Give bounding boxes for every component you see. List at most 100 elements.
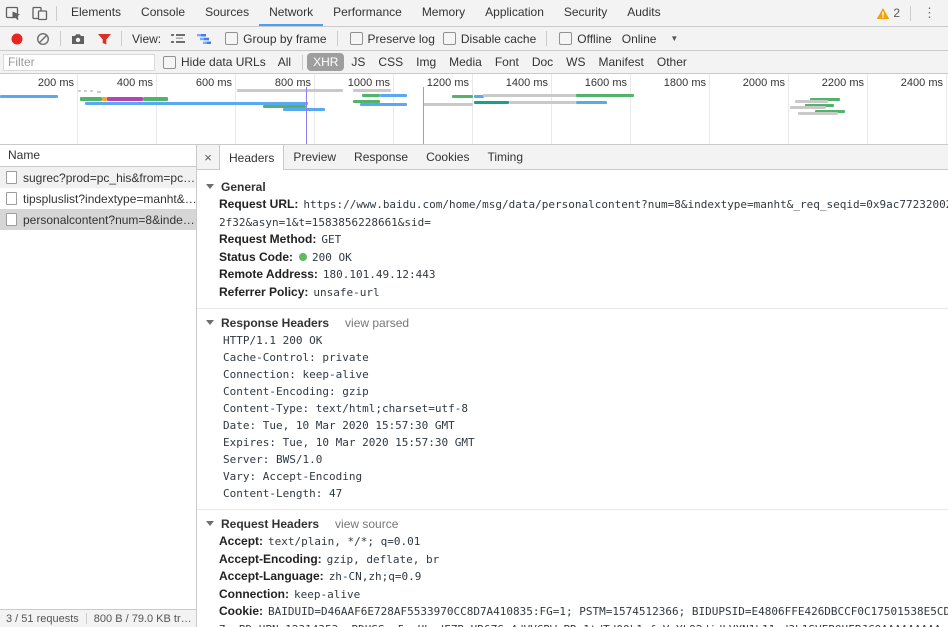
- divider: [337, 31, 338, 46]
- main-tabbar: ElementsConsoleSourcesNetworkPerformance…: [0, 0, 948, 27]
- capture-screenshots-icon[interactable]: [65, 26, 91, 52]
- triangle-expanded-icon: [206, 521, 214, 526]
- disable-cache-checkbox[interactable]: [443, 32, 456, 45]
- tick-label: 1200 ms: [427, 77, 469, 89]
- header-row: Accept-Encoding:gzip, deflate, br: [197, 551, 948, 569]
- request-headers-title: Request Headers: [221, 517, 319, 531]
- disable-cache-label: Disable cache: [461, 32, 536, 46]
- general-section-header[interactable]: General: [197, 177, 948, 196]
- record-icon[interactable]: [4, 26, 30, 52]
- throttling-value: Online: [622, 32, 657, 46]
- group-by-frame-checkbox[interactable]: [225, 32, 238, 45]
- divider: [86, 613, 87, 624]
- close-icon[interactable]: ×: [197, 145, 219, 169]
- overview-bar: [790, 106, 826, 109]
- request-name: sugrec?prod=pc_his&from=pc…: [23, 171, 195, 185]
- header-value: BAIDUID=D46AAF6E728AF5533970CC8D7A410835…: [268, 605, 948, 618]
- overview-bar: [237, 89, 343, 92]
- details-tab-cookies[interactable]: Cookies: [417, 145, 478, 169]
- response-header-line: Content-Encoding: gzip: [197, 383, 948, 400]
- tab-audits[interactable]: Audits: [617, 0, 670, 26]
- header-row: Request URL:https://www.baidu.com/home/m…: [197, 196, 948, 214]
- throttling-dropdown[interactable]: Online ▼: [622, 32, 679, 46]
- response-headers-view-toggle-link[interactable]: view parsed: [345, 316, 409, 330]
- response-header-line: Connection: keep-alive: [197, 366, 948, 383]
- clear-icon[interactable]: [30, 26, 56, 52]
- filter-input[interactable]: [3, 54, 155, 71]
- preserve-log-label: Preserve log: [368, 32, 435, 46]
- header-value-continued: 2f32&asyn=1&t=1583856228661&sid=: [197, 214, 948, 232]
- filter-chip-img[interactable]: Img: [410, 53, 442, 71]
- tab-application[interactable]: Application: [475, 0, 554, 26]
- header-row: Accept-Language: zh-CN,zh;q=0.9: [197, 568, 948, 586]
- more-options-icon[interactable]: ⋮: [915, 5, 944, 21]
- filter-bar: Hide data URLs All XHRJSCSSImgMediaFontD…: [0, 51, 948, 74]
- grid-line: [551, 74, 552, 144]
- details-tab-headers[interactable]: Headers: [219, 145, 284, 170]
- filter-chip-css[interactable]: CSS: [372, 53, 409, 71]
- details-tab-response[interactable]: Response: [345, 145, 417, 169]
- large-rows-icon[interactable]: [165, 26, 191, 52]
- header-value: HTTP/1.1 200 OK: [223, 334, 322, 347]
- filter-chip-font[interactable]: Font: [489, 53, 525, 71]
- request-headers-view-toggle-link[interactable]: view source: [335, 517, 398, 531]
- tab-sources[interactable]: Sources: [195, 0, 259, 26]
- grid-line: [946, 74, 947, 144]
- header-key: Accept-Language:: [219, 569, 324, 583]
- offline-checkbox[interactable]: [559, 32, 572, 45]
- file-icon: [6, 171, 17, 184]
- header-value: Content-Length: 47: [223, 487, 342, 500]
- timeline-overview[interactable]: 200 ms400 ms600 ms800 ms1000 ms1200 ms14…: [0, 74, 948, 145]
- headers-content: GeneralRequest URL:https://www.baidu.com…: [197, 170, 948, 627]
- tab-network[interactable]: Network: [259, 0, 323, 26]
- cookie-line: Cookie:BAIDUID=D46AAF6E728AF5533970CC8D7…: [197, 603, 948, 621]
- filter-chip-manifest[interactable]: Manifest: [593, 53, 650, 71]
- filter-chip-xhr[interactable]: XHR: [307, 53, 344, 71]
- request-name: personalcontent?num=8&inde…: [23, 213, 195, 227]
- request-headers-header[interactable]: Request Headers view source: [197, 514, 948, 533]
- tab-memory[interactable]: Memory: [412, 0, 475, 26]
- request-row[interactable]: sugrec?prod=pc_his&from=pc…: [0, 167, 196, 188]
- header-row: Accept:text/plain, */*; q=0.01: [197, 533, 948, 551]
- details-tab-preview[interactable]: Preview: [284, 145, 345, 169]
- header-value: Expires: Tue, 10 Mar 2020 15:57:30 GMT: [223, 436, 475, 449]
- filter-chip-media[interactable]: Media: [443, 53, 488, 71]
- warnings-indicator[interactable]: 2: [870, 6, 906, 20]
- overview-bar: [509, 101, 576, 104]
- inspect-element-icon[interactable]: [0, 0, 26, 26]
- main-tabbar-tabs: ElementsConsoleSourcesNetworkPerformance…: [61, 0, 671, 26]
- overview-bar: [576, 101, 607, 104]
- grid-line: [393, 74, 394, 144]
- filter-chip-doc[interactable]: Doc: [526, 53, 559, 71]
- tab-security[interactable]: Security: [554, 0, 617, 26]
- preserve-log-checkbox[interactable]: [350, 32, 363, 45]
- device-toolbar-icon[interactable]: [26, 0, 52, 26]
- name-column-header[interactable]: Name: [0, 145, 196, 167]
- header-value: zh-CN,zh;q=0.9: [329, 570, 422, 583]
- filter-chip-other[interactable]: Other: [651, 53, 693, 71]
- filter-chip-ws[interactable]: WS: [560, 53, 591, 71]
- tab-performance[interactable]: Performance: [323, 0, 412, 26]
- header-row: Connection:keep-alive: [197, 586, 948, 604]
- request-row[interactable]: personalcontent?num=8&inde…: [0, 209, 196, 230]
- header-key: Remote Address:: [219, 267, 318, 281]
- filter-chip-all[interactable]: All: [272, 53, 297, 71]
- waterfall-icon[interactable]: [191, 26, 217, 52]
- details-tab-timing[interactable]: Timing: [478, 145, 532, 169]
- response-headers-header[interactable]: Response Headersview parsed: [197, 313, 948, 332]
- request-row[interactable]: tipspluslist?indextype=manht&…: [0, 188, 196, 209]
- divider: [910, 6, 911, 21]
- tab-console[interactable]: Console: [131, 0, 195, 26]
- tab-elements[interactable]: Elements: [61, 0, 131, 26]
- filter-chip-js[interactable]: JS: [345, 53, 371, 71]
- details-tabbar: × HeadersPreviewResponseCookiesTiming: [197, 145, 948, 170]
- hide-data-urls-checkbox[interactable]: [163, 56, 176, 69]
- overview-bar: [80, 97, 102, 101]
- header-value: Content-Encoding: gzip: [223, 385, 369, 398]
- overview-bar: [576, 94, 634, 97]
- requests-pane: Name sugrec?prod=pc_his&from=pc… tipsplus…: [0, 145, 197, 627]
- request-headers-section: Request Headers view source Accept:text/pl…: [197, 510, 948, 627]
- filter-icon[interactable]: [91, 26, 117, 52]
- chevron-down-icon: ▼: [670, 34, 678, 43]
- overview-bar: [795, 100, 828, 103]
